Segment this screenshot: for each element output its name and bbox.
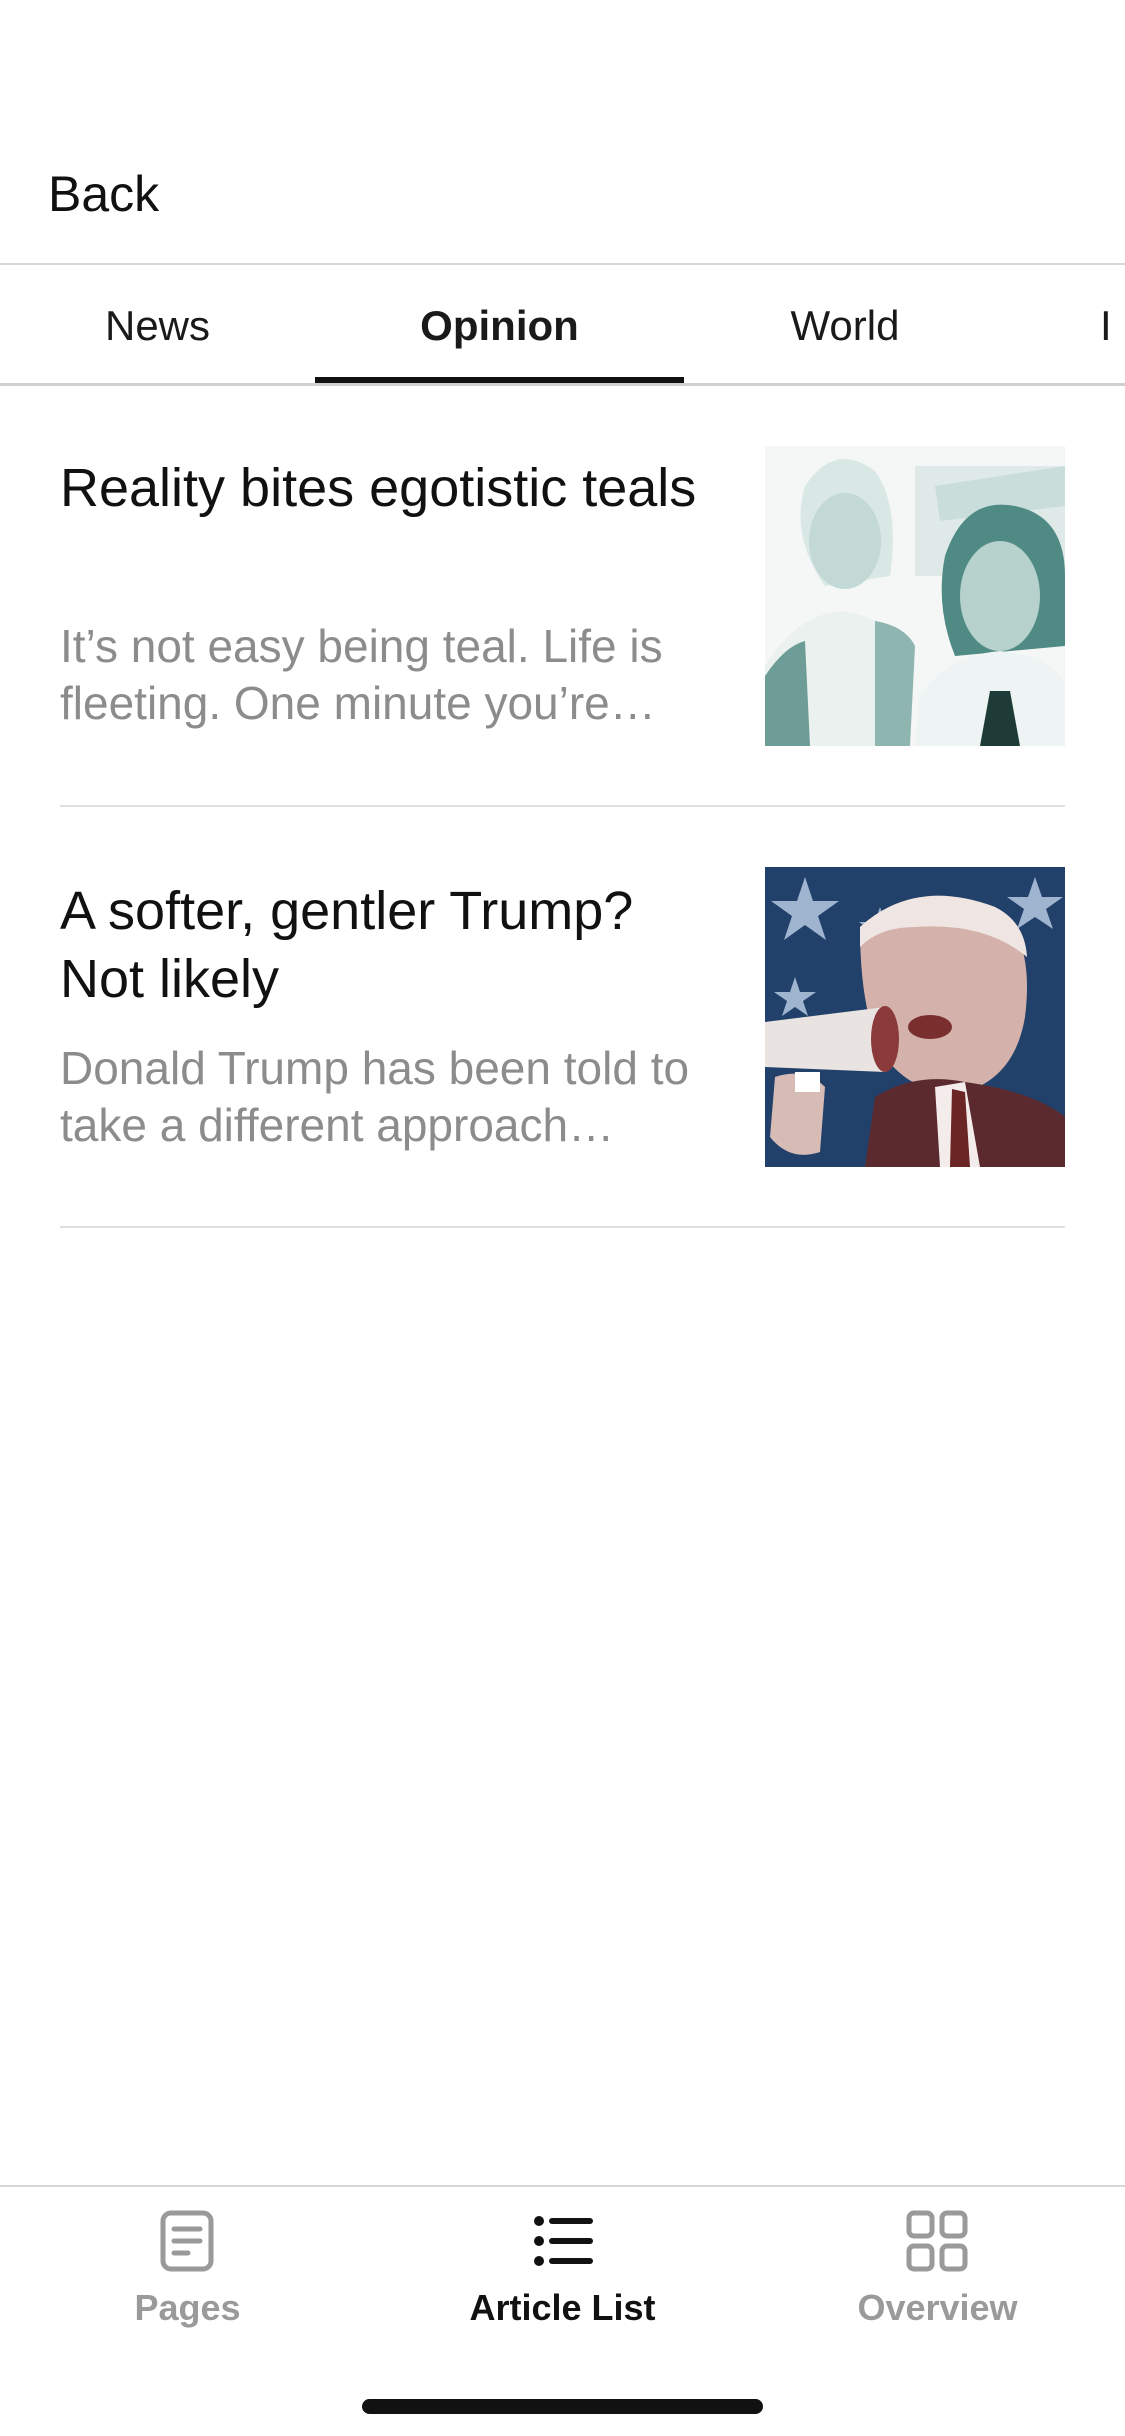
grid-icon [906, 2210, 968, 2272]
back-button[interactable]: Back [48, 165, 159, 223]
tabbar-item-overview[interactable]: Overview [750, 2187, 1125, 2377]
article-thumbnail [765, 446, 1065, 746]
app-screen: Back News Opinion World I Reality bites … [0, 0, 1125, 2436]
top-header: Back [0, 0, 1125, 265]
tab-news[interactable]: News [0, 265, 315, 383]
tabbar-item-pages[interactable]: Pages [0, 2187, 375, 2377]
tabbar-item-article-list[interactable]: Article List [375, 2187, 750, 2377]
article-thumbnail [765, 867, 1065, 1167]
article-summary: Donald Trump has been told to take a dif… [60, 1042, 690, 1151]
tabbar-label: Article List [469, 2287, 656, 2328]
tab-opinion[interactable]: Opinion [315, 265, 684, 383]
active-tab-indicator [315, 377, 684, 383]
tabbar-label: Overview [857, 2287, 1018, 2328]
article-title: Reality bites egotistic teals [60, 458, 697, 518]
tabbar-label: Pages [134, 2287, 241, 2328]
article-title: A softer, gentler Trump? Not likely [60, 881, 634, 1009]
list-icon [534, 2216, 593, 2266]
tab-world[interactable]: World [684, 265, 1006, 383]
two-women-teal-photo [765, 446, 1065, 746]
article-item[interactable]: Reality bites egotistic teals It’s not e… [60, 386, 1065, 807]
article-summary: It’s not easy being teal. Life is fleeti… [60, 620, 663, 729]
trump-megaphone-flag-photo [765, 867, 1065, 1167]
home-indicator [362, 2399, 763, 2414]
article-item[interactable]: A softer, gentler Trump? Not likely Dona… [60, 807, 1065, 1228]
tab-partial-next[interactable]: I [1100, 265, 1125, 383]
document-icon [160, 2210, 214, 2272]
section-tabs: News Opinion World I [0, 265, 1125, 386]
